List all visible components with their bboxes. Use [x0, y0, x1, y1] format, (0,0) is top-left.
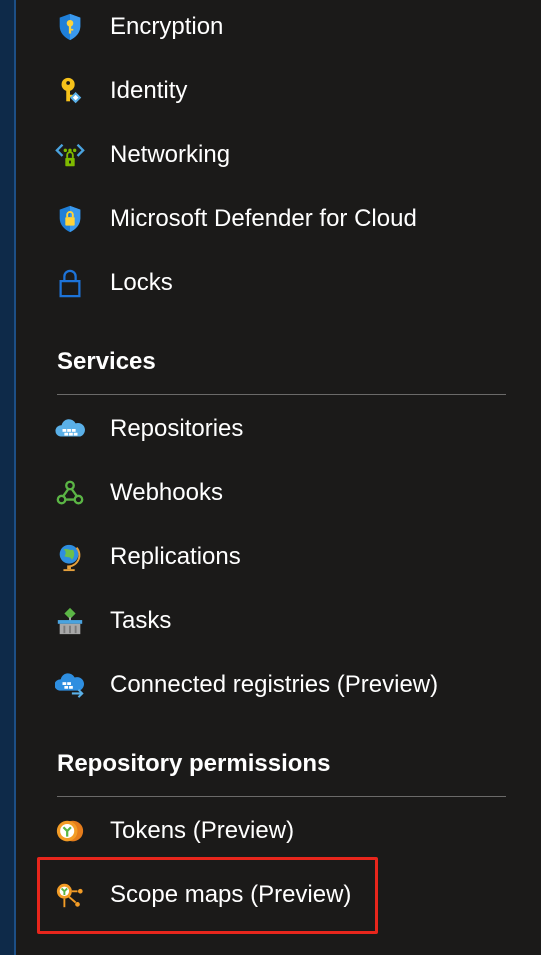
connected-registries-icon: [54, 669, 86, 701]
menu-item-defender-for-cloud[interactable]: Microsoft Defender for Cloud: [50, 194, 520, 244]
tasks-icon: [54, 605, 86, 637]
menu-item-tasks[interactable]: Tasks: [50, 596, 520, 646]
menu-item-label: Repositories: [110, 415, 244, 442]
identity-key-icon: [54, 75, 86, 107]
section-heading-services: Services: [57, 348, 156, 375]
menu-item-label: Networking: [110, 141, 231, 168]
menu-item-label: Identity: [110, 77, 188, 104]
menu-item-networking[interactable]: Networking: [50, 130, 520, 180]
menu-item-connected-registries[interactable]: Connected registries (Preview): [50, 660, 520, 710]
menu-item-tokens[interactable]: Tokens (Preview): [50, 806, 520, 856]
scope-maps-highlight-box: [37, 857, 378, 934]
networking-icon: [54, 139, 86, 171]
menu-item-webhooks[interactable]: Webhooks: [50, 468, 520, 518]
menu-item-label: Locks: [110, 269, 173, 296]
repositories-icon: [54, 413, 86, 445]
left-rail: [0, 0, 16, 955]
tokens-icon: [54, 815, 86, 847]
section-heading-repository-permissions: Repository permissions: [57, 750, 331, 777]
menu-item-repositories[interactable]: Repositories: [50, 404, 520, 454]
menu-item-replications[interactable]: Replications: [50, 532, 520, 582]
menu-item-label: Replications: [110, 543, 241, 570]
menu-item-label: Microsoft Defender for Cloud: [110, 205, 417, 232]
menu-item-label: Tasks: [110, 607, 172, 634]
menu-item-locks[interactable]: Locks: [50, 258, 520, 308]
menu-item-label: Tokens (Preview): [110, 817, 295, 844]
menu-item-label: Encryption: [110, 13, 224, 40]
menu-item-identity[interactable]: Identity: [50, 66, 520, 116]
defender-shield-icon: [54, 203, 86, 235]
section-divider: [57, 394, 506, 395]
shield-key-icon: [54, 11, 86, 43]
menu-item-encryption[interactable]: Encryption: [50, 2, 520, 52]
webhooks-icon: [54, 477, 86, 509]
replications-globe-icon: [54, 541, 86, 573]
menu-item-label: Connected registries (Preview): [110, 671, 439, 698]
lock-icon: [54, 267, 86, 299]
section-divider: [57, 796, 506, 797]
resource-menu-panel: Encryption Identity Networking Microsoft…: [0, 0, 541, 955]
menu-item-label: Webhooks: [110, 479, 223, 506]
